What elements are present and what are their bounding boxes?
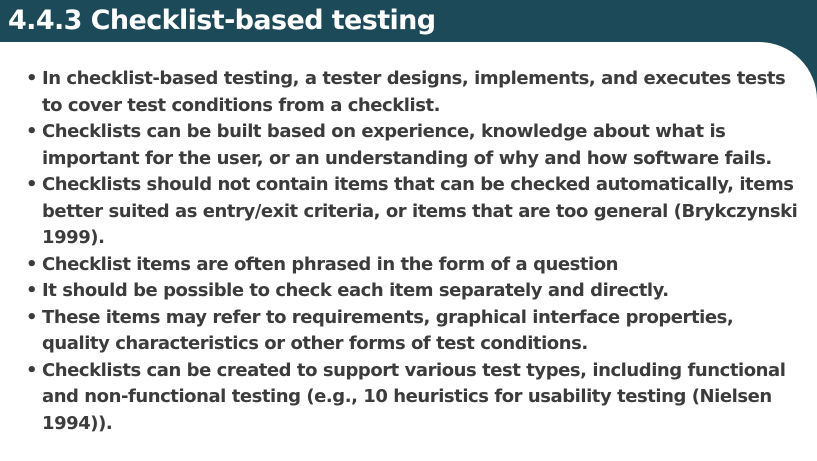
slide: 4.4.3 Checklist-based testing • In check… [0,0,817,461]
bullet-text: Checklist items are often phrased in the… [42,253,619,275]
bullet-item: • Checklists can be built based on exper… [0,119,800,172]
bullet-item: • These items may refer to requirements,… [0,305,800,358]
bullet-item: • In checklist-based testing, a tester d… [0,66,800,119]
slide-title: 4.4.3 Checklist-based testing [8,5,436,36]
bullet-list: • In checklist-based testing, a tester d… [0,66,800,437]
bullet-dot-icon: • [26,68,38,89]
bullet-item: • Checklists should not contain items th… [0,172,800,252]
bullet-text: Checklists can be created to support var… [42,359,786,434]
bullet-text: It should be possible to check each item… [42,280,669,301]
bullet-dot-icon: • [26,253,38,275]
title-bar: 4.4.3 Checklist-based testing [0,0,817,42]
bullet-dot-icon: • [26,121,38,142]
bullet-text: Checklists should not contain items that… [42,174,798,248]
content-panel: • In checklist-based testing, a tester d… [0,42,817,461]
bullet-text: In checklist-based testing, a tester des… [42,68,786,116]
bullet-item: • Checklist items are often phrased in t… [0,252,800,279]
bullet-item: • Checklists can be created to support v… [0,358,800,438]
bullet-dot-icon: • [26,306,38,328]
bullet-dot-icon: • [26,359,38,381]
bullet-dot-icon: • [26,174,38,195]
bullet-dot-icon: • [26,280,38,301]
bullet-item: • It should be possible to check each it… [0,278,800,305]
bullet-text: Checklists can be built based on experie… [42,121,772,169]
bullet-text: These items may refer to requirements, g… [42,306,734,355]
